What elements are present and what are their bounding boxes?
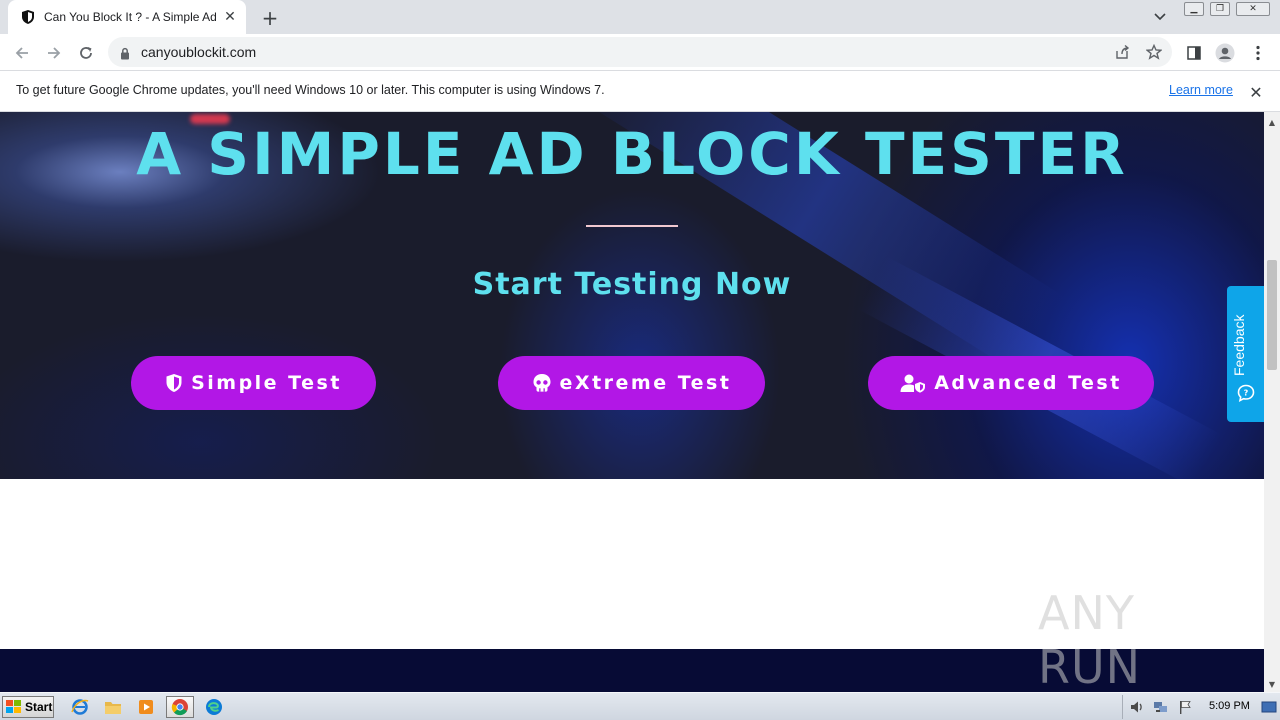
watermark-text: ANY RUN	[1038, 586, 1142, 694]
scrollbar-thumb[interactable]	[1267, 260, 1277, 370]
show-desktop-icon[interactable]	[1261, 699, 1277, 715]
forward-arrow-icon[interactable]	[41, 40, 67, 66]
simple-test-button[interactable]: Simple Test	[131, 356, 376, 410]
extreme-test-label: eXtreme Test	[559, 372, 732, 394]
url-text: canyoublockit.com	[141, 44, 257, 60]
hero-section: A SIMPLE AD BLOCK TESTER Start Testing N…	[0, 112, 1264, 479]
shield-favicon-icon	[20, 9, 36, 25]
scroll-down-arrow-icon[interactable]: ▼	[1264, 676, 1280, 692]
lock-icon[interactable]	[120, 45, 130, 64]
taskbar-clock[interactable]: 5:09 PM	[1209, 700, 1250, 712]
feedback-label: Feedback	[1231, 314, 1247, 376]
menu-kebab-icon[interactable]	[1248, 43, 1268, 63]
scroll-up-arrow-icon[interactable]: ▲	[1264, 114, 1280, 130]
tab-search-icon[interactable]	[1150, 9, 1170, 25]
windows-flag-icon	[6, 700, 22, 714]
edge-icon[interactable]	[200, 696, 228, 718]
share-icon[interactable]	[1114, 44, 1130, 60]
shield-icon	[165, 373, 183, 393]
page-scrollbar[interactable]: ▲ ▼	[1264, 112, 1280, 692]
chat-bubble-icon: ?	[1237, 384, 1255, 406]
window-minimize-icon[interactable]: ▁	[1184, 2, 1204, 16]
anyrun-watermark: ANY RUN	[1038, 586, 1238, 694]
tab-close-icon[interactable]: ✕	[222, 9, 238, 25]
advanced-test-button[interactable]: Advanced Test	[868, 356, 1154, 410]
tab-title: Can You Block It ? - A Simple Ad Bloc	[44, 10, 216, 24]
feedback-tab[interactable]: Feedback ?	[1227, 286, 1264, 422]
new-tab-icon[interactable]: +	[259, 7, 281, 29]
hero-subtitle: Start Testing Now	[472, 267, 792, 302]
svg-text:?: ?	[1244, 388, 1249, 397]
extreme-test-button[interactable]: eXtreme Test	[498, 356, 765, 410]
skull-icon	[532, 373, 552, 393]
infobar-message: To get future Google Chrome updates, you…	[16, 83, 605, 97]
network-icon[interactable]	[1153, 699, 1169, 715]
internet-explorer-icon[interactable]	[66, 696, 94, 718]
start-label: Start	[25, 700, 53, 714]
volume-icon[interactable]	[1129, 699, 1145, 715]
address-bar[interactable]: canyoublockit.com	[108, 37, 1172, 67]
update-infobar: To get future Google Chrome updates, you…	[0, 71, 1280, 112]
start-button[interactable]: Start	[2, 696, 54, 718]
system-tray: 5:09 PM	[1122, 695, 1280, 719]
advanced-test-label: Advanced Test	[934, 372, 1122, 394]
back-arrow-icon[interactable]	[9, 40, 35, 66]
bookmark-star-icon[interactable]	[1146, 44, 1162, 60]
chrome-taskbar-icon[interactable]	[166, 696, 194, 718]
learn-more-link[interactable]: Learn more	[1169, 83, 1233, 97]
user-shield-icon	[900, 373, 926, 393]
action-center-flag-icon[interactable]	[1177, 699, 1193, 715]
hero-divider	[586, 225, 678, 227]
reload-icon[interactable]	[73, 40, 99, 66]
windows-taskbar: Start 5:09 PM	[0, 692, 1280, 720]
hero-title: A SIMPLE AD BLOCK TESTER	[136, 120, 1128, 188]
window-restore-icon[interactable]: ❐	[1210, 2, 1230, 16]
infobar-close-icon[interactable]: ✕	[1247, 83, 1265, 102]
window-close-icon[interactable]: ✕	[1236, 2, 1270, 16]
browser-tab[interactable]: Can You Block It ? - A Simple Ad Bloc ✕	[8, 0, 246, 34]
simple-test-label: Simple Test	[191, 372, 342, 394]
media-player-icon[interactable]	[132, 696, 160, 718]
side-panel-icon[interactable]	[1184, 43, 1204, 63]
browser-toolbar: canyoublockit.com	[0, 34, 1280, 71]
profile-avatar-icon[interactable]	[1215, 43, 1235, 63]
tab-strip: Can You Block It ? - A Simple Ad Bloc ✕ …	[0, 0, 1280, 34]
file-explorer-icon[interactable]	[99, 696, 127, 718]
